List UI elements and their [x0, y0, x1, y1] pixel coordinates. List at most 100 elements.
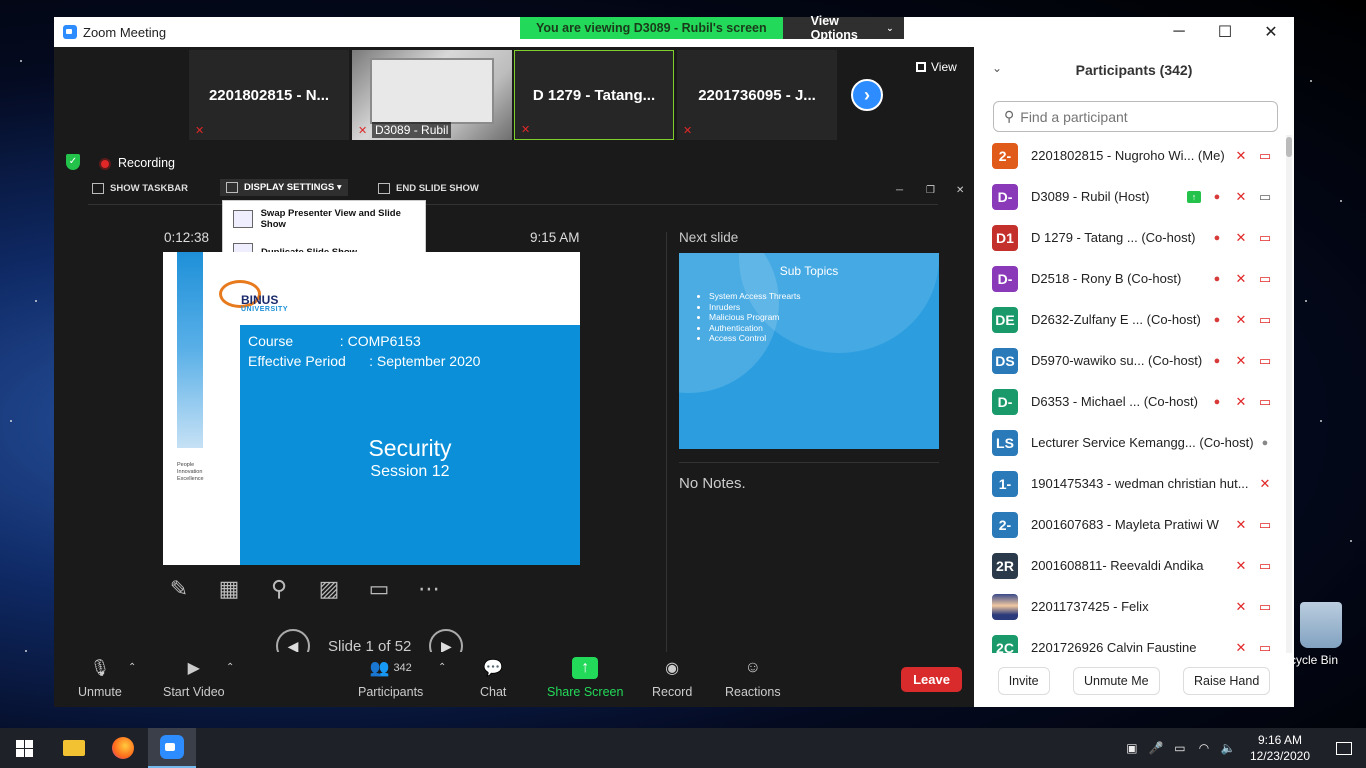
avatar: DE — [992, 306, 1018, 333]
firefox-taskbar-button[interactable] — [99, 728, 147, 768]
end-slide-show-button[interactable]: END SLIDE SHOW — [378, 183, 479, 194]
chat-button[interactable]: 💬 Chat — [480, 657, 506, 699]
participant-row[interactable]: D- D6353 - Michael ... (Co-host) ● ✕ ▭ — [974, 381, 1288, 422]
participant-status-icons: ● ✕ ▭ — [1209, 312, 1273, 328]
video-thumbnail-active-speaker[interactable]: D 1279 - Tatang... ✕ — [514, 50, 674, 140]
presenter-minimize-button[interactable]: ─ — [896, 185, 903, 196]
recycle-bin-shortcut[interactable]: cycle Bin — [1290, 602, 1350, 672]
next-slide-preview[interactable]: Sub Topics System Access Threarts Inrude… — [679, 253, 939, 449]
participants-button[interactable]: 👥 342 Participants — [358, 657, 423, 699]
view-button[interactable]: View — [916, 60, 957, 74]
zoom-magnifier-icon[interactable]: ⚲ — [264, 574, 294, 604]
taskbar-date: 12/23/2020 — [1249, 749, 1310, 763]
participant-row[interactable]: 1- 1901475343 - wedman christian hut... ✕ — [974, 463, 1288, 504]
end-slide-show-label: END SLIDE SHOW — [396, 183, 479, 194]
cloud-record-icon: ● — [1213, 313, 1221, 326]
participant-name: D 1279 - Tatang ... (Co-host) — [1031, 230, 1196, 245]
presenter-tools: ✎ ▦ ⚲ ▨ ▭ ⋯ — [164, 574, 444, 604]
video-off-icon: ▭ — [1258, 311, 1272, 327]
battery-icon[interactable]: ▭ — [1168, 741, 1192, 755]
participant-row[interactable]: 2- 2001607683 - Mayleta Pratiwi W ✕ ▭ — [974, 504, 1288, 545]
maximize-button[interactable]: ☐ — [1202, 17, 1248, 47]
video-thumbnail[interactable]: 2201802815 - N... ✕ — [189, 50, 349, 140]
see-all-slides-icon[interactable]: ▦ — [214, 574, 244, 604]
mic-off-icon: ✕ — [521, 124, 531, 136]
next-page-arrow-button[interactable]: › — [851, 79, 883, 111]
video-thumbnail[interactable]: ✕ D3089 - Rubil — [352, 50, 512, 140]
thumbnail-name: 2201736095 - J... — [698, 86, 816, 104]
notification-center-button[interactable] — [1322, 728, 1366, 768]
taskbar-clock[interactable]: 9:16 AM 12/23/2020 — [1250, 732, 1310, 764]
microphone-icon[interactable]: 🎤 — [1144, 741, 1168, 755]
chevron-down-icon[interactable]: ⌄ — [992, 61, 1002, 75]
mic-off-icon: ✕ — [1259, 475, 1271, 491]
video-options-caret[interactable]: ⌃ — [226, 662, 234, 673]
participant-row[interactable]: 22011737425 - Felix ✕ ▭ — [974, 586, 1288, 627]
participant-row[interactable]: D1 D 1279 - Tatang ... (Co-host) ● ✕ ▭ — [974, 217, 1288, 258]
participant-row[interactable]: LS Lecturer Service Kemangg... (Co-host) ● — [974, 422, 1288, 463]
record-button[interactable]: ◉ Record — [652, 657, 692, 699]
end-show-icon — [378, 183, 390, 194]
participants-options-caret[interactable]: ⌃ — [438, 662, 446, 673]
volume-icon[interactable]: 🔈 — [1216, 741, 1240, 755]
firefox-icon — [112, 737, 134, 759]
participant-search-input[interactable] — [1020, 108, 1261, 125]
video-thumbnail[interactable]: 2201736095 - J... ✕ — [677, 50, 837, 140]
subtitles-icon[interactable]: ▭ — [364, 574, 394, 604]
show-taskbar-button[interactable]: SHOW TASKBAR — [92, 183, 188, 194]
title-bar: Zoom Meeting You are viewing D3089 - Rub… — [54, 14, 1294, 47]
reactions-button[interactable]: ☺ Reactions — [725, 657, 781, 699]
bullet-item: System Access Threarts — [709, 291, 800, 302]
recording-label: Recording — [118, 156, 175, 170]
share-screen-icon: ↑ — [572, 657, 599, 679]
start-button[interactable] — [0, 728, 48, 768]
participants-panel: ⌄ Participants (342) ⚲ 2- 2201802815 - Nu… — [974, 47, 1294, 707]
participant-row[interactable]: 2R 2001608811- Reevaldi Andika ✕ ▭ — [974, 545, 1288, 586]
participant-row[interactable]: 2- 2201802815 - Nugroho Wi... (Me) ✕ ▭ — [974, 135, 1288, 176]
start-video-button[interactable]: ▶ Start Video — [163, 657, 225, 699]
display-settings-button[interactable]: DISPLAY SETTINGS ▾ — [220, 179, 348, 196]
mic-off-icon: ✕ — [358, 125, 368, 137]
video-off-icon: ▭ — [1258, 147, 1272, 163]
minimize-button[interactable]: ─ — [1156, 17, 1202, 47]
participant-row[interactable]: D- D2518 - Rony B (Co-host) ● ✕ ▭ — [974, 258, 1288, 299]
encryption-shield-icon[interactable]: ✓ — [66, 154, 80, 170]
view-options-button[interactable]: View Options ⌄ — [782, 14, 904, 42]
participant-list-scrollbar[interactable] — [1286, 135, 1292, 653]
bullet-item: Authentication — [709, 323, 800, 334]
participant-row[interactable]: DS D5970-wawiko su... (Co-host) ● ✕ ▭ — [974, 340, 1288, 381]
presenter-restore-button[interactable]: ❐ — [926, 185, 935, 196]
mic-off-icon: ✕ — [1235, 352, 1247, 368]
unmute-button[interactable]: 🎙 Unmute — [78, 657, 122, 699]
swap-presenter-view-menu-item[interactable]: Swap Presenter View and Slide Show — [233, 208, 425, 230]
participant-name: 1901475343 - wedman christian hut... — [1031, 476, 1249, 491]
raise-hand-button[interactable]: Raise Hand — [1182, 667, 1271, 695]
share-screen-button[interactable]: ↑ Share Screen — [547, 657, 623, 699]
black-screen-icon[interactable]: ▨ — [314, 574, 344, 604]
pen-tool-icon[interactable]: ✎ — [164, 574, 194, 604]
zoom-taskbar-button[interactable] — [148, 728, 196, 768]
file-explorer-taskbar-button[interactable] — [50, 728, 98, 768]
participant-row[interactable]: DE D2632-Zulfany E ... (Co-host) ● ✕ ▭ — [974, 299, 1288, 340]
slide-subtitle: Session 12 — [370, 463, 450, 480]
presenter-close-button[interactable]: ✕ — [956, 185, 964, 196]
zoom-meeting-window: Zoom Meeting You are viewing D3089 - Rub… — [54, 14, 1294, 707]
invite-button[interactable]: Invite — [997, 667, 1050, 695]
participants-header: ⌄ Participants (342) — [974, 47, 1294, 93]
cloud-record-icon: ● — [1213, 354, 1221, 367]
scrollbar-thumb[interactable] — [1286, 137, 1292, 157]
zoom-tray-icon[interactable]: ▣ — [1120, 741, 1144, 755]
wifi-icon[interactable]: ◠ — [1192, 741, 1216, 755]
taskbar-icon — [92, 183, 104, 194]
more-options-icon[interactable]: ⋯ — [414, 574, 444, 604]
unmute-me-button[interactable]: Unmute Me — [1072, 667, 1160, 695]
audio-options-caret[interactable]: ⌃ — [128, 662, 136, 673]
avatar: 1- — [992, 470, 1018, 497]
avatar: 2R — [992, 552, 1018, 579]
participant-search-box[interactable]: ⚲ — [993, 101, 1278, 132]
leave-button[interactable]: Leave — [901, 667, 962, 692]
participants-label: Participants — [358, 685, 424, 699]
participant-row[interactable]: 2C 2201726926 Calvin Faustine ✕ ▭ — [974, 627, 1288, 653]
participant-row[interactable]: D- D3089 - Rubil (Host) ↑ ● ✕ ▭ — [974, 176, 1288, 217]
close-button[interactable]: ✕ — [1248, 17, 1294, 47]
